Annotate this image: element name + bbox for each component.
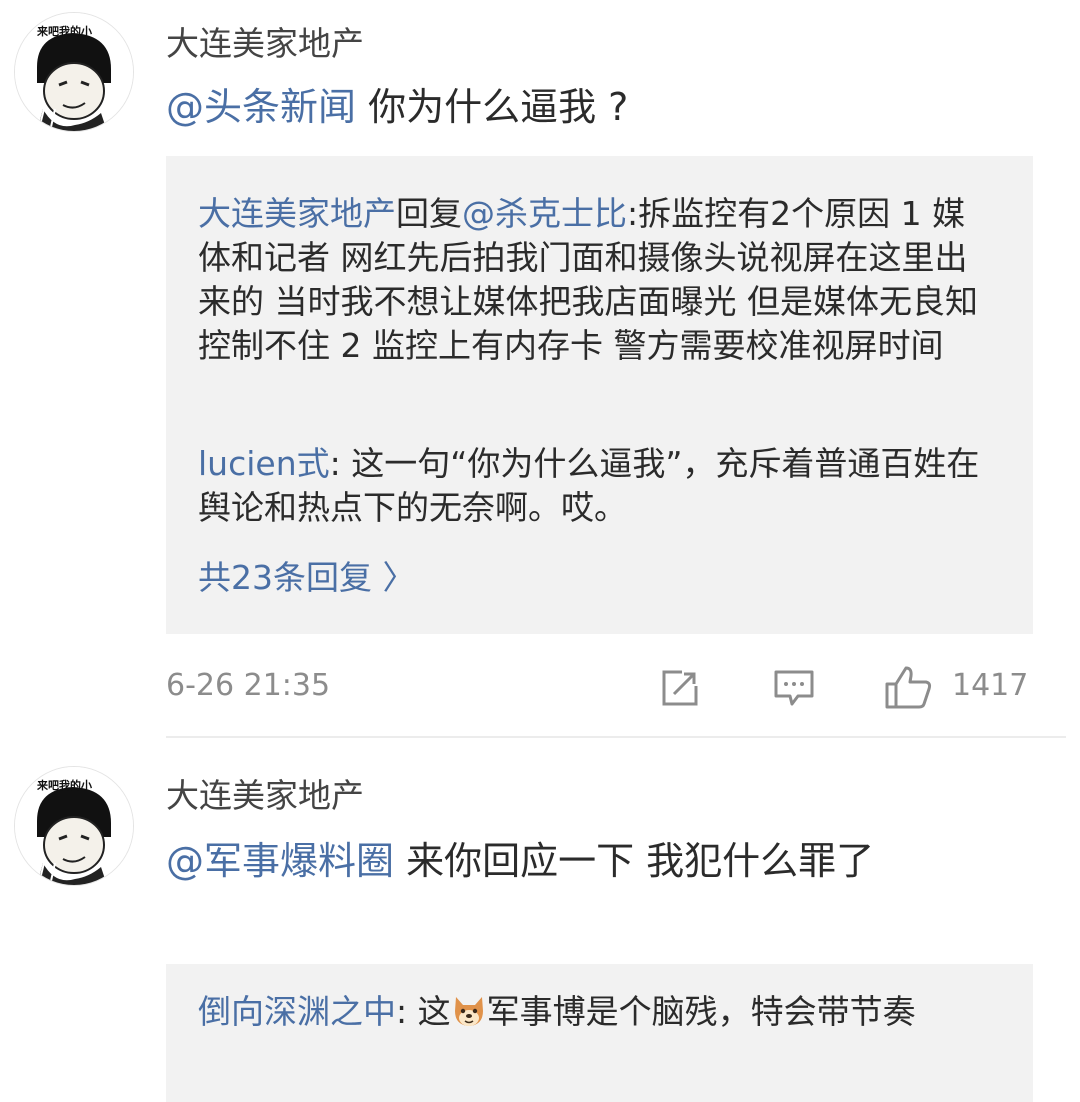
comment-item: 来吧我的小 大连美家地产 @头条新闻 你为什么逼我 ? 大连美家地产回复@杀克士… — [0, 0, 1080, 740]
reply-item: 倒向深渊之中: 这 军事博是个脑残，特会带节奏 — [198, 990, 988, 1034]
more-replies-label: 共23条回复 — [198, 558, 372, 597]
comment-time: 6-26 21:35 — [166, 668, 331, 703]
reply-author[interactable]: 倒向深渊之中 — [198, 992, 396, 1031]
reply-item: lucien式: 这一句“你为什么逼我”，充斥着普通百姓在舆论和热点下的无奈啊。… — [198, 442, 998, 530]
reply-target[interactable]: @杀克士比 — [462, 194, 627, 233]
mention-link[interactable]: @头条新闻 — [166, 85, 356, 129]
mention-link[interactable]: @军事爆料圈 — [166, 839, 394, 883]
share-icon[interactable] — [658, 666, 702, 710]
comment-text: @军事爆料圈 来你回应一下 我犯什么罪了 — [166, 834, 996, 888]
comment-footer: 6-26 21:35 1417 — [0, 662, 1080, 712]
reply-item: 大连美家地产回复@杀克士比:拆监控有2个原因 1 媒体和记者 网红先后拍我门面和… — [198, 192, 998, 368]
reply-verb: 回复 — [396, 194, 462, 233]
comment-body: 你为什么逼我 ? — [356, 85, 629, 129]
avatar[interactable]: 来吧我的小 — [14, 766, 134, 886]
chevron-right-icon: 〉 — [382, 558, 416, 597]
comment-author[interactable]: 大连美家地产 — [166, 776, 364, 816]
comment-text: @头条新闻 你为什么逼我 ? — [166, 80, 1026, 134]
reply-author[interactable]: 大连美家地产 — [198, 194, 396, 233]
avatar-caption: 来吧我的小 — [37, 779, 92, 792]
like-count: 1417 — [952, 668, 1029, 703]
reply-text: : 这 — [396, 992, 451, 1031]
thumbs-up-icon[interactable] — [884, 664, 934, 710]
avatar[interactable]: 来吧我的小 — [14, 12, 134, 132]
comment-body: 来你回应一下 我犯什么罪了 — [394, 839, 875, 883]
more-replies-link[interactable]: 共23条回复 〉 — [198, 556, 416, 600]
comment-author[interactable]: 大连美家地产 — [166, 24, 364, 64]
reply-author[interactable]: lucien式 — [198, 444, 330, 483]
comment-item: 来吧我的小 大连美家地产 @军事爆料圈 来你回应一下 我犯什么罪了 倒向深渊之中… — [0, 740, 1080, 1102]
divider — [166, 736, 1066, 738]
reply-box: 倒向深渊之中: 这 军事博是个脑残，特会带节奏 — [166, 964, 1033, 1102]
avatar-caption: 来吧我的小 — [37, 25, 92, 38]
reply-text: 军事博是个脑残，特会带节奏 — [486, 992, 916, 1031]
dog-face-emoji — [454, 997, 483, 1026]
comment-icon[interactable] — [772, 666, 816, 710]
reply-box: 大连美家地产回复@杀克士比:拆监控有2个原因 1 媒体和记者 网红先后拍我门面和… — [166, 156, 1033, 634]
